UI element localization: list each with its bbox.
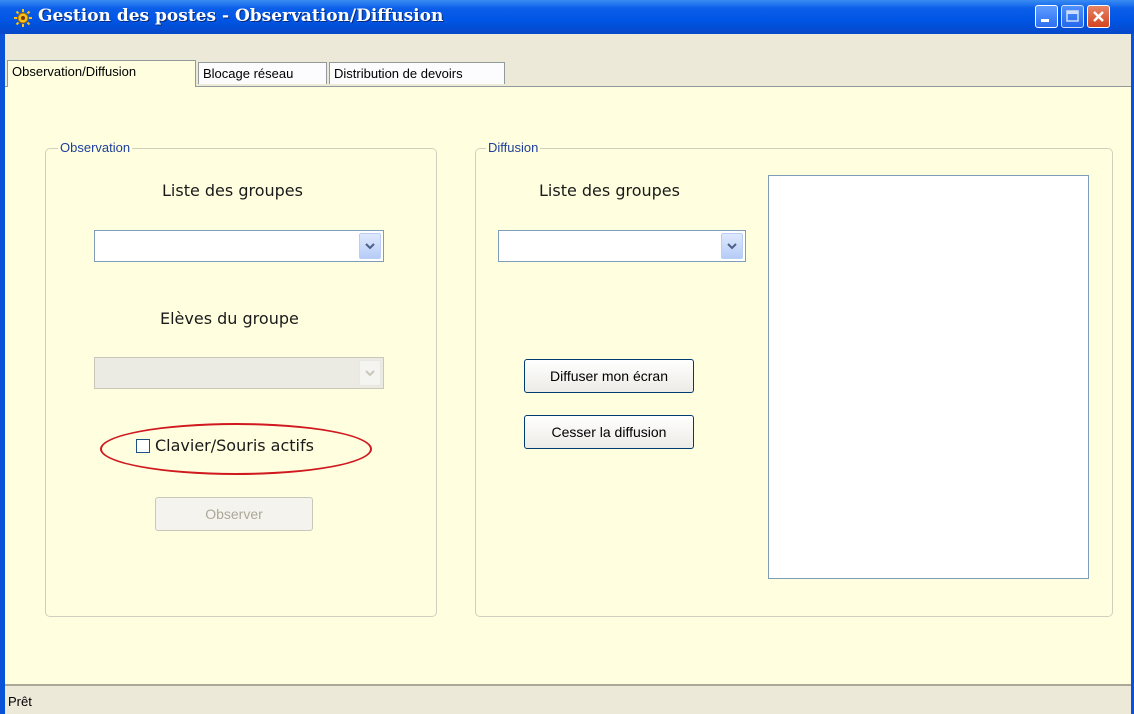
- tab-blocage-reseau[interactable]: Blocage réseau: [198, 62, 327, 84]
- chevron-down-icon: [359, 360, 381, 386]
- keyboard-mouse-label[interactable]: Clavier/Souris actifs: [155, 436, 314, 455]
- maximize-icon: [1066, 10, 1079, 22]
- broadcast-screen-button[interactable]: Diffuser mon écran: [524, 359, 694, 393]
- diffusion-groups-combo[interactable]: [498, 230, 746, 262]
- stop-broadcast-button[interactable]: Cesser la diffusion: [524, 415, 694, 449]
- observation-legend: Observation: [58, 140, 133, 155]
- observation-groups-combo[interactable]: [94, 230, 384, 262]
- diffusion-groups-label: Liste des groupes: [539, 181, 680, 200]
- minimize-button[interactable]: [1035, 5, 1058, 28]
- tab-strip: Observation/Diffusion Blocage réseau Dis…: [5, 34, 1131, 87]
- observe-button[interactable]: Observer: [155, 497, 313, 531]
- maximize-button[interactable]: [1061, 5, 1084, 28]
- chevron-down-icon[interactable]: [359, 233, 381, 259]
- diffusion-legend: Diffusion: [486, 140, 541, 155]
- close-button[interactable]: [1087, 5, 1110, 28]
- observation-groups-label: Liste des groupes: [162, 181, 303, 200]
- title-bar[interactable]: Gestion des postes - Observation/Diffusi…: [0, 0, 1134, 34]
- students-combo[interactable]: [94, 357, 384, 389]
- status-bar: Prêt: [5, 684, 1131, 714]
- keyboard-mouse-checkbox[interactable]: [136, 439, 150, 453]
- students-label: Elèves du groupe: [160, 309, 299, 328]
- tab-distribution-devoirs[interactable]: Distribution de devoirs: [329, 62, 505, 84]
- window-title: Gestion des postes - Observation/Diffusi…: [38, 6, 444, 26]
- minimize-icon: [1041, 19, 1049, 22]
- tab-observation-diffusion[interactable]: Observation/Diffusion: [7, 60, 196, 87]
- app-window: Gestion des postes - Observation/Diffusi…: [0, 0, 1134, 714]
- close-icon: [1093, 11, 1104, 22]
- status-text: Prêt: [8, 694, 32, 709]
- chevron-down-icon[interactable]: [721, 233, 743, 259]
- diffusion-listbox[interactable]: [768, 175, 1089, 579]
- gear-sun-icon: [14, 9, 32, 27]
